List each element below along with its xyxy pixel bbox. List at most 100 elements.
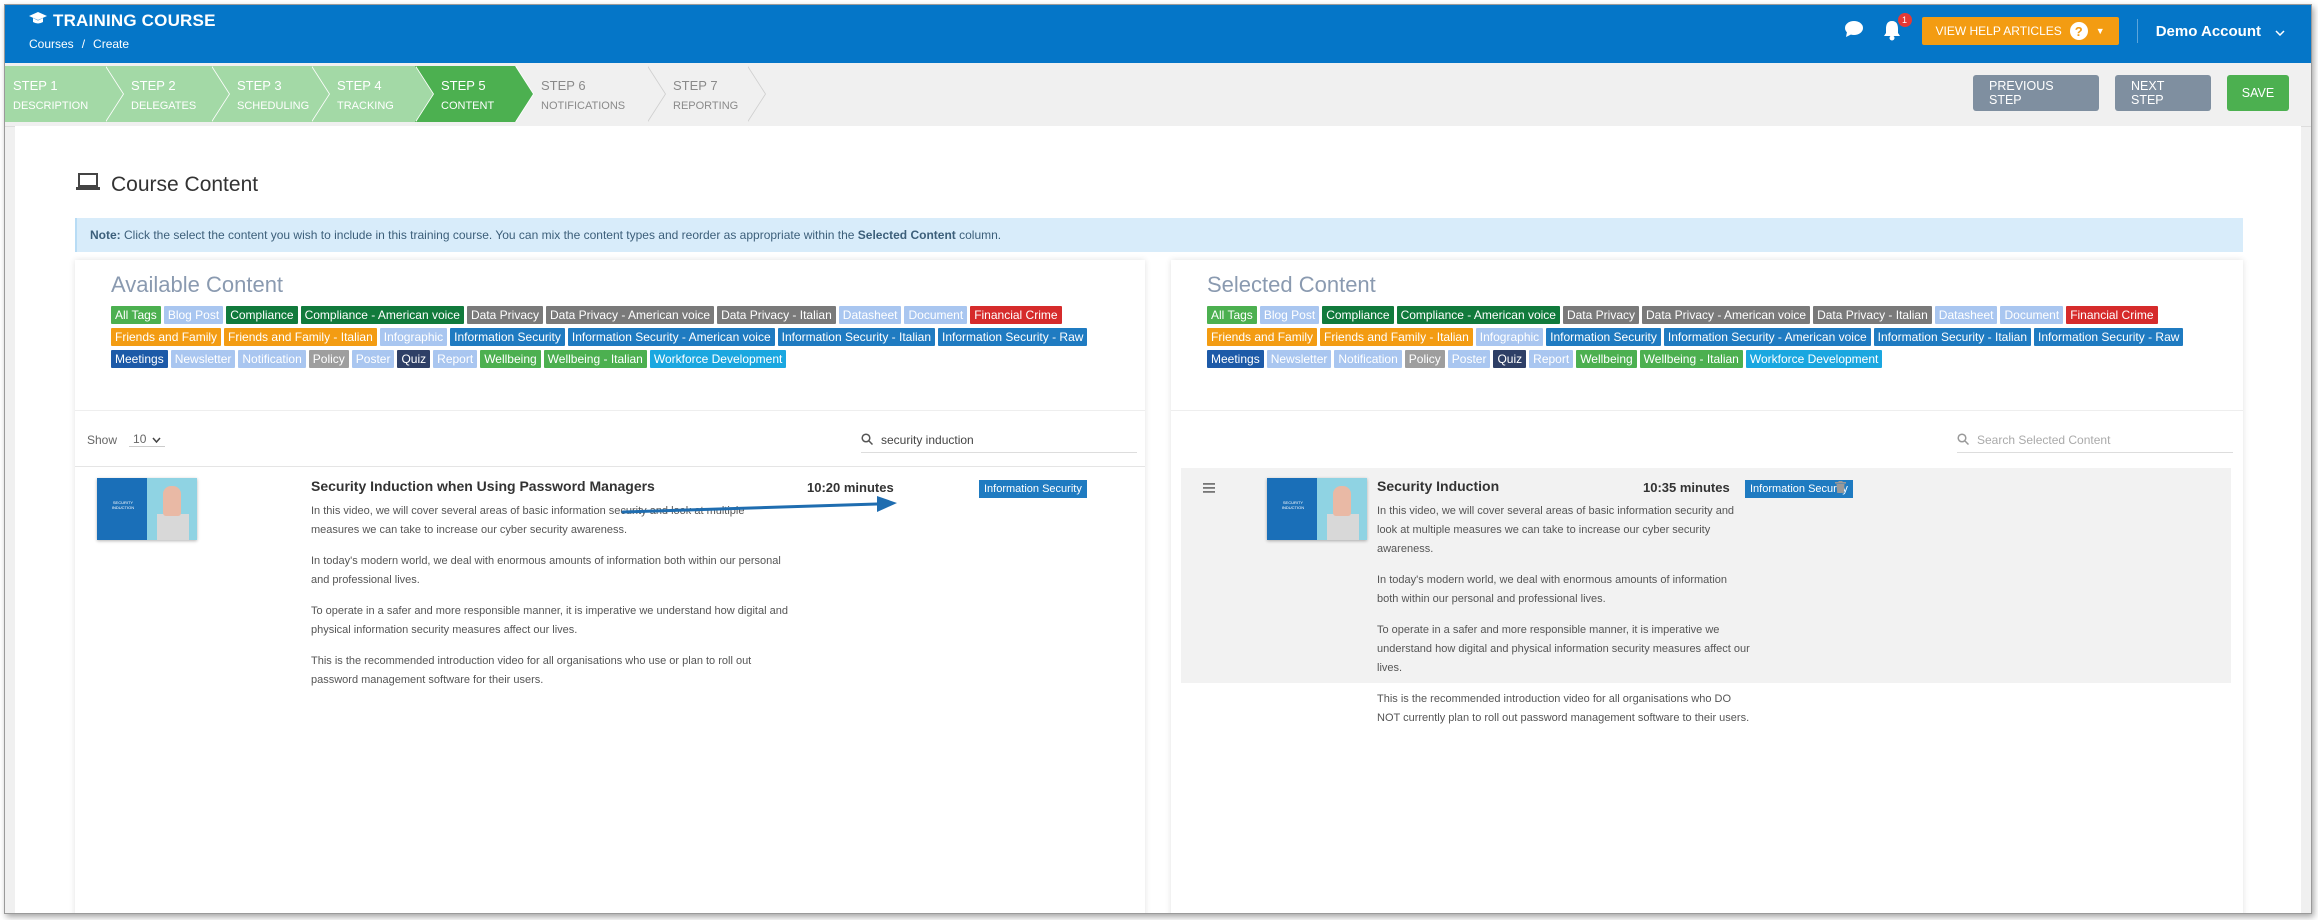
description-paragraph: In today's modern world, we deal with en… [1377,574,1727,605]
tag-filter-chip[interactable]: Newsletter [170,350,236,368]
tag-filter-chip[interactable]: Poster [351,350,395,368]
tag-filter-chip[interactable]: Compliance [1322,306,1394,324]
tag-filter-chip[interactable]: Policy [308,350,349,368]
tag-filter-chip[interactable]: Information Security - Raw [2034,328,2184,346]
tag-filter-chip[interactable]: Document [2000,306,2064,324]
step-notifications[interactable]: STEP 6 NOTIFICATIONS [515,66,666,122]
step-description[interactable]: STEP 1 DESCRIPTION [5,66,124,122]
tag-filter-chip[interactable]: Policy [1404,350,1445,368]
tag-filter-chip[interactable]: Document [904,306,968,324]
tag-filter-chip[interactable]: Newsletter [1266,350,1332,368]
divider [75,466,1145,467]
tag-filter-chip[interactable]: Data Privacy [1562,306,1639,324]
tag-filter-chip[interactable]: Blog Post [1259,306,1320,324]
drag-handle-icon[interactable] [1203,480,1217,496]
available-tag-filters: All Tags Blog Post Compliance Compliance - … [111,306,1121,368]
account-menu[interactable]: Demo Account [2156,23,2285,40]
tag-filter-chip[interactable]: Wellbeing [480,350,541,368]
tag-filter-chip[interactable]: Datasheet [838,306,902,324]
available-search-input[interactable]: security induction [861,428,1137,453]
description-paragraph: This is the recommended introduction vid… [1377,693,1750,724]
tag-filter-chip[interactable]: Data Privacy - Italian [717,306,836,324]
tag-filter-chip[interactable]: Wellbeing - Italian [1639,350,1743,368]
tag-filter-chip[interactable]: Data Privacy - American voice [1642,306,1811,324]
chevron-down-icon [2275,23,2285,40]
description-paragraph: In today's modern world, we deal with en… [311,555,781,586]
trash-icon[interactable] [1835,480,1846,498]
show-label: Show [87,432,118,447]
top-navbar: TRAINING COURSE Courses / Create 1 VIEW … [5,5,2311,63]
notifications-button[interactable]: 1 [1882,13,1912,43]
app-title: TRAINING COURSE [29,11,216,31]
save-button[interactable]: SAVE [2227,75,2289,111]
view-help-articles-button[interactable]: VIEW HELP ARTICLES ? ▼ [1921,17,2119,45]
tag-filter-chip[interactable]: Compliance - American voice [1396,306,1560,324]
tag-filter-chip[interactable]: Compliance [226,306,298,324]
tag-filter-chip[interactable]: Workforce Development [1745,350,1883,368]
selected-content-row[interactable]: SECURITY INDUCTION Security Induction In… [1181,468,2231,724]
tag-filter-chip[interactable]: Information Security - Raw [938,328,1088,346]
search-icon [861,432,874,448]
tag-filter-chip[interactable]: Report [1529,350,1574,368]
content-tag: Information Security [979,480,1087,498]
search-value: security induction [881,433,974,447]
tag-filter-chip[interactable]: Quiz [1493,350,1527,368]
tag-filter-chip[interactable]: Financial Crime [2066,306,2158,324]
tag-filter-chip[interactable]: Information Security - Italian [777,328,936,346]
previous-step-button[interactable]: PREVIOUS STEP [1973,75,2099,111]
chat-icon[interactable] [1844,20,1864,43]
thumbnail-text: SECURITY INDUCTION [111,500,135,510]
divider [75,410,1145,411]
tag-filter-chip[interactable]: Datasheet [1934,306,1998,324]
step-number: STEP 1 [13,78,58,93]
thumbnail-text: SECURITY INDUCTION [1281,500,1305,510]
tag-filter-chip[interactable]: Data Privacy - American voice [546,306,715,324]
divider [1171,410,2243,411]
selected-search-input[interactable]: Search Selected Content [1957,428,2233,453]
tag-filter-chip[interactable]: Information Security [1546,328,1661,346]
selected-controls: Search Selected Content [1183,428,2233,453]
tag-filter-chip[interactable]: Information Security - American voice [567,328,775,346]
tag-filter-chip[interactable]: Wellbeing [1576,350,1637,368]
tag-filter-chip[interactable]: Friends and Family - Italian [224,328,377,346]
next-step-button[interactable]: NEXT STEP [2115,75,2211,111]
tag-filter-chip[interactable]: Information Security [450,328,565,346]
tag-filter-chip[interactable]: Compliance - American voice [300,306,464,324]
tag-filter-chip[interactable]: Friends and Family - Italian [1320,328,1473,346]
tag-filter-chip[interactable]: Friends and Family [1207,328,1318,346]
tag-filter-chip[interactable]: Notification [1334,350,1402,368]
page-title: Course Content [75,172,258,198]
tag-filter-chip[interactable]: Information Security - American voice [1663,328,1871,346]
tag-filter-chip[interactable]: Quiz [397,350,431,368]
chevron-down-icon: ▼ [2095,26,2105,36]
tag-filter-chip[interactable]: All Tags [111,306,161,324]
content-title: Security Induction when Using Password M… [311,478,655,494]
tag-filter-chip[interactable]: Wellbeing - Italian [543,350,647,368]
breadcrumb-courses[interactable]: Courses [29,37,74,51]
main-panel: Course Content Note: Click the select th… [15,126,2301,913]
tag-filter-chip[interactable]: Poster [1447,350,1491,368]
tag-filter-chip[interactable]: Notification [238,350,306,368]
step-name: SCHEDULING [237,100,310,112]
brand: TRAINING COURSE Courses / Create [29,11,216,51]
tag-filter-chip[interactable]: Infographic [379,328,448,346]
search-placeholder: Search Selected Content [1977,433,2111,447]
tag-filter-chip[interactable]: Meetings [1207,350,1264,368]
tag-filter-chip[interactable]: Financial Crime [970,306,1062,324]
tag-filter-chip[interactable]: Data Privacy [466,306,543,324]
tag-filter-chip[interactable]: All Tags [1207,306,1257,324]
tag-filter-chip[interactable]: Infographic [1475,328,1544,346]
step-name: NOTIFICATIONS [541,100,626,112]
tag-filter-chip[interactable]: Workforce Development [649,350,787,368]
help-question-icon: ? [2069,22,2088,40]
tag-filter-chip[interactable]: Blog Post [163,306,224,324]
available-content-title: Available Content [111,272,284,297]
tag-filter-chip[interactable]: Information Security - Italian [1873,328,2032,346]
step-name: CONTENT [441,100,495,112]
tag-filter-chip[interactable]: Meetings [111,350,168,368]
page-size-select[interactable]: 10 [129,432,166,447]
tag-filter-chip[interactable]: Data Privacy - Italian [1813,306,1932,324]
tag-filter-chip[interactable]: Report [433,350,478,368]
step-number: STEP 3 [237,78,282,93]
tag-filter-chip[interactable]: Friends and Family [111,328,222,346]
